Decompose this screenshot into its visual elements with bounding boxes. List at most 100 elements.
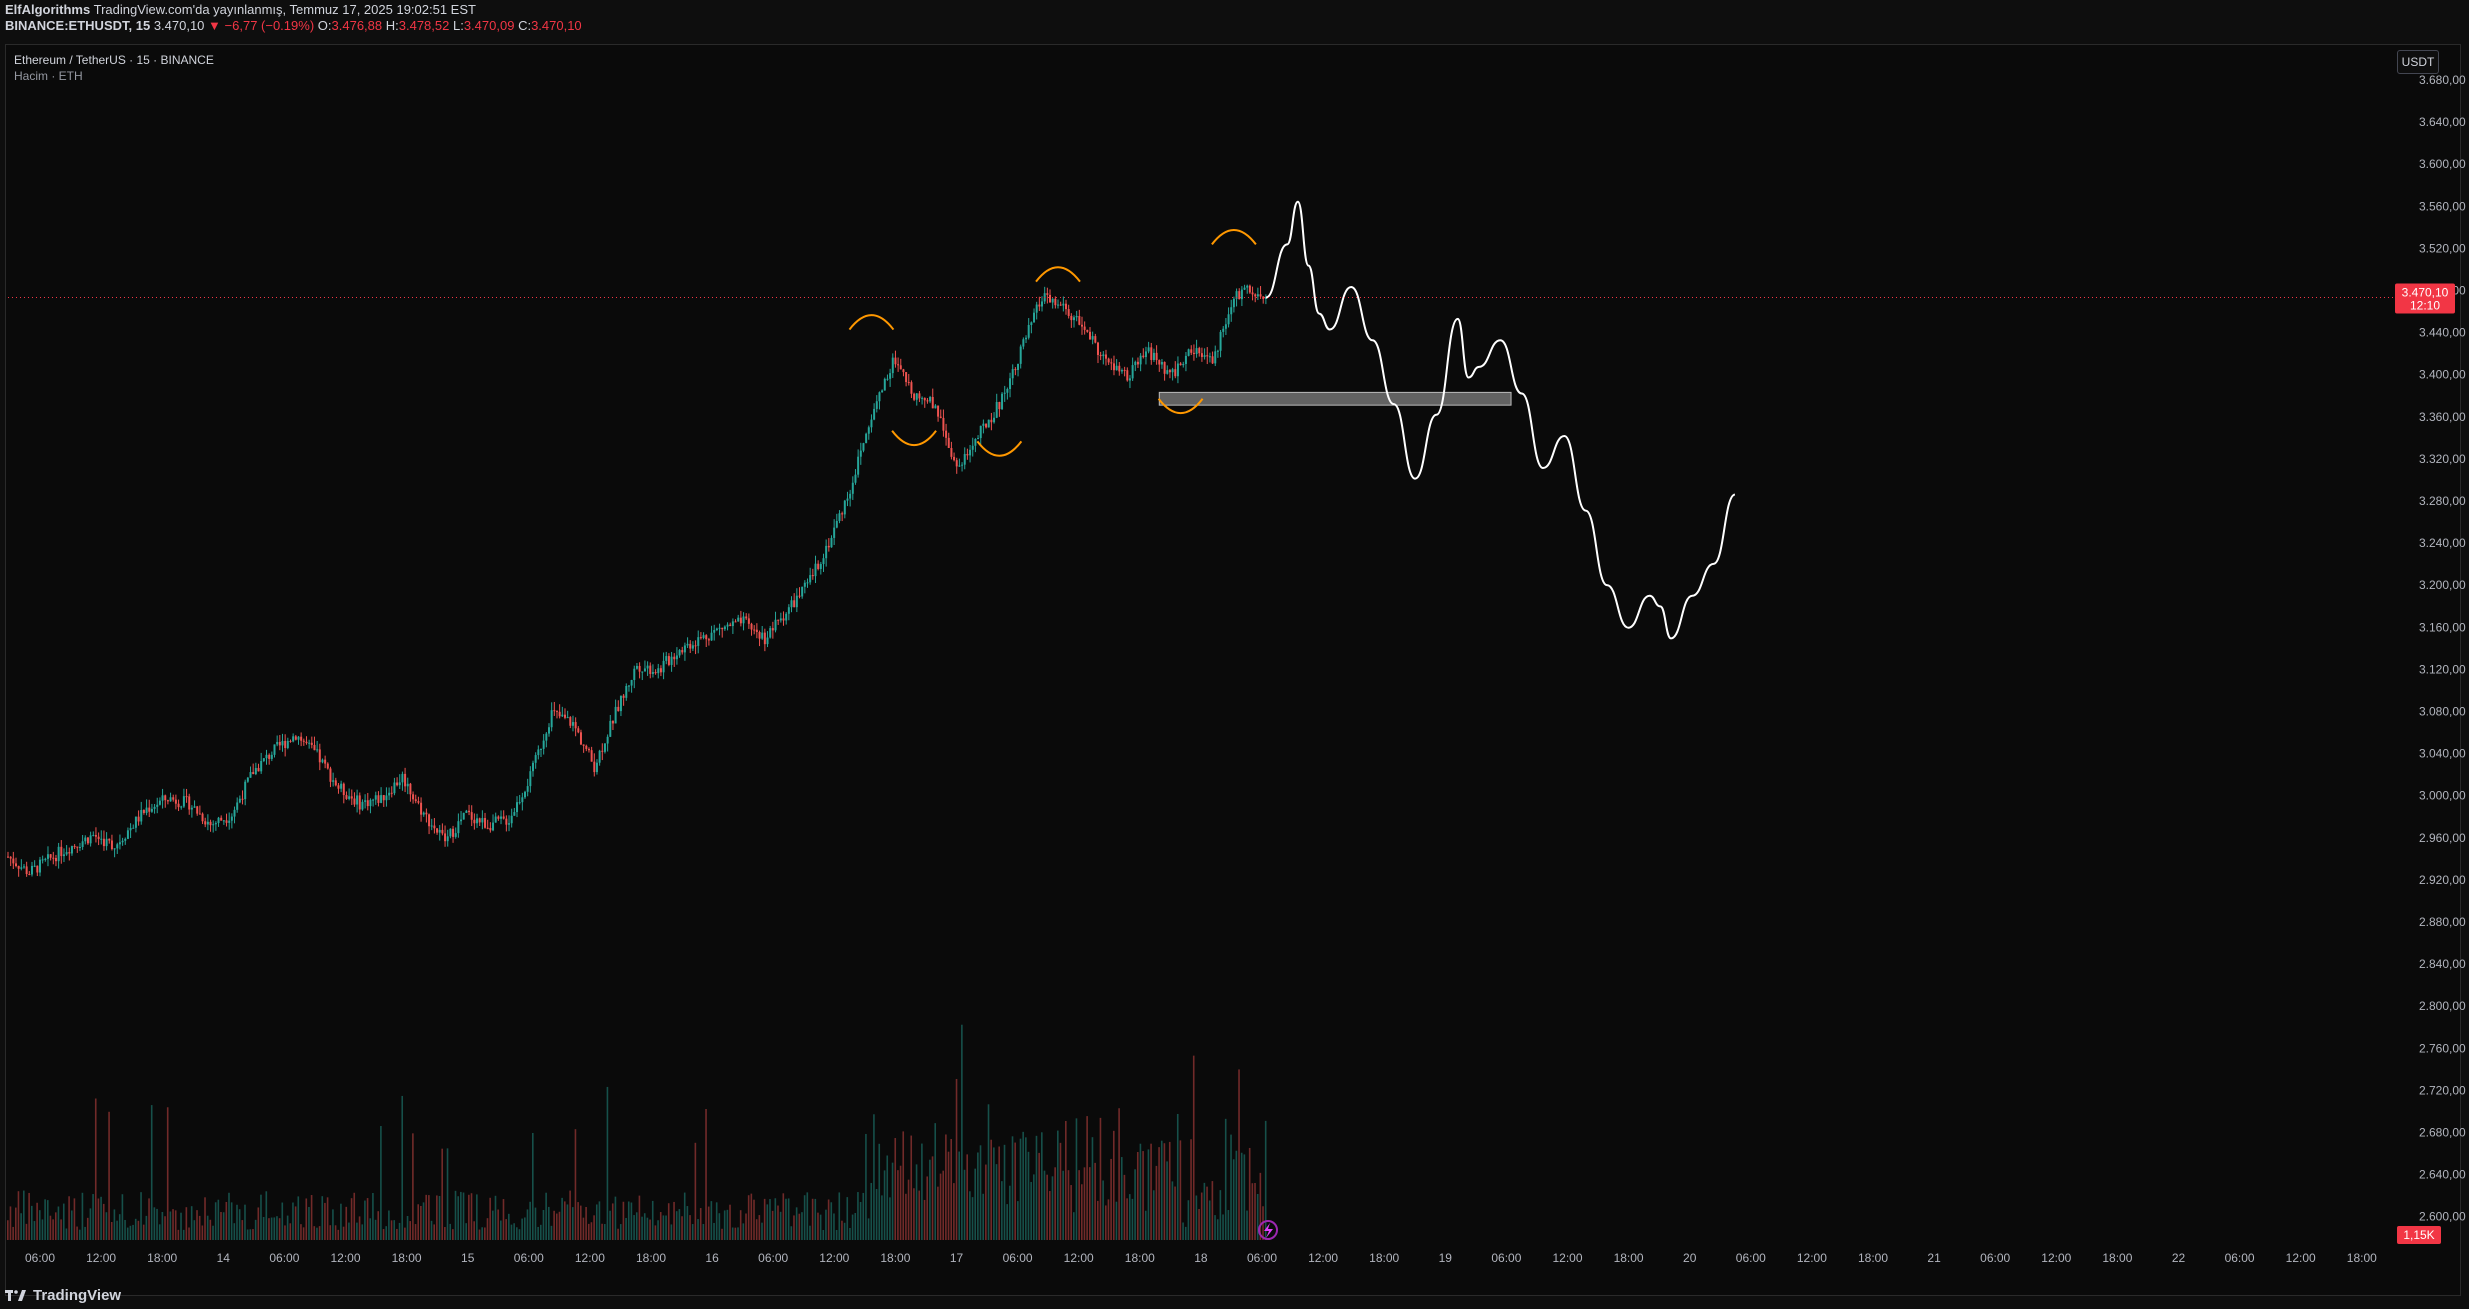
candle-body [225, 820, 228, 823]
volume-bar [502, 1199, 505, 1240]
volume-bar [278, 1218, 281, 1240]
candle-body [1254, 294, 1257, 297]
volume-bar [1102, 1180, 1104, 1240]
time-tick-label: 12:00 [1064, 1251, 1094, 1265]
volume-bar [1014, 1142, 1016, 1240]
volume-bar [460, 1191, 462, 1240]
candle-body [302, 740, 305, 742]
volume-bar [390, 1220, 393, 1240]
volume-bar [193, 1220, 196, 1240]
price-tick-label: 3.200,00 [2419, 578, 2466, 592]
candle-body [118, 842, 121, 845]
candle-body [465, 810, 468, 813]
candle-body [316, 749, 319, 751]
candle-body [721, 627, 724, 630]
candle-body [969, 449, 972, 456]
volume-bar [769, 1199, 771, 1240]
candle-body [158, 800, 161, 805]
volume-bar [105, 1212, 108, 1240]
volume-bar [1144, 1210, 1147, 1240]
candle-body [758, 632, 761, 639]
volume-bar [1086, 1116, 1088, 1240]
candle-body [561, 714, 564, 717]
candle-body [473, 819, 476, 824]
candle-body [94, 834, 97, 837]
candle-body [662, 660, 665, 673]
volume-bar [998, 1146, 1000, 1240]
candle-body [1139, 355, 1142, 365]
volume-bar [1246, 1210, 1248, 1240]
candle-body [1214, 351, 1217, 364]
candle-body [707, 639, 710, 641]
volume-bar [1147, 1149, 1150, 1240]
candle-body [1126, 370, 1129, 381]
volume-bar [401, 1095, 404, 1240]
volume-bar [468, 1194, 470, 1240]
volume-bar [209, 1219, 212, 1240]
candle-body [68, 852, 71, 854]
candle-body [54, 857, 57, 862]
volume-bar [516, 1227, 518, 1240]
candle-body [318, 749, 321, 763]
candle-body [1152, 352, 1155, 360]
volume-bar [30, 1205, 33, 1240]
volume-bar [867, 1218, 870, 1240]
volume-bar [118, 1214, 121, 1240]
volume-bar [673, 1201, 675, 1240]
time-tick-label: 22 [2172, 1251, 2186, 1265]
candle-body [1057, 304, 1060, 306]
candle-body [1073, 317, 1075, 321]
tradingview-logo[interactable]: TradingView [5, 1287, 121, 1304]
candle-body [905, 372, 908, 383]
candle-body [649, 665, 652, 674]
candle-body [462, 812, 465, 820]
candle-body [921, 397, 924, 399]
volume-bar [68, 1196, 70, 1240]
candle-body [494, 816, 497, 823]
chart-canvas[interactable]: 3.680,00 3.640,00 3.600,00 3.560,00 3.520,00… [0, 0, 2469, 1309]
time-tick-label: 06:00 [1736, 1251, 1766, 1265]
volume-bar [1041, 1132, 1043, 1240]
candle-body [140, 809, 143, 822]
currency-button[interactable]: USDT [2397, 50, 2439, 74]
candle-body [257, 767, 260, 772]
candle-body [81, 841, 84, 847]
candle-body [441, 829, 444, 834]
candle-body [102, 838, 105, 847]
volume-bar [286, 1215, 289, 1240]
legend-title[interactable]: Ethereum / TetherUS · 15 · BINANCE [14, 52, 214, 68]
candle-body [563, 714, 566, 718]
candle-body [92, 834, 95, 836]
volume-bar [1155, 1165, 1158, 1240]
volume-bar [638, 1195, 641, 1240]
volume-bar [790, 1226, 793, 1240]
candle-body [1104, 354, 1107, 359]
candle-body [310, 742, 313, 745]
volume-bar [683, 1192, 686, 1240]
candle-body [971, 445, 974, 450]
candle-body [819, 564, 822, 569]
volume-bar [196, 1210, 198, 1240]
candle-body [1203, 355, 1206, 357]
legend-volume[interactable]: Hacim · ETH [14, 68, 214, 84]
candle-body [726, 624, 729, 627]
volume-bar [57, 1206, 60, 1240]
volume-bar [883, 1170, 886, 1240]
candle-body [739, 617, 742, 624]
volume-bar [537, 1226, 539, 1240]
volume-bar [881, 1195, 883, 1240]
volume-bar [979, 1145, 982, 1240]
volume-bar [611, 1203, 614, 1240]
candle-body [601, 750, 604, 752]
candle-body [297, 736, 300, 740]
candle-body [481, 818, 484, 823]
candle-body [1158, 360, 1161, 365]
candle-body [364, 800, 367, 802]
candle-body [742, 616, 745, 624]
volume-bar [132, 1224, 134, 1240]
price-tick-label: 3.600,00 [2419, 157, 2466, 171]
volume-bar [481, 1227, 483, 1240]
candle-body [843, 500, 846, 515]
volume-bar [1192, 1055, 1195, 1240]
volume-bar [510, 1224, 513, 1240]
